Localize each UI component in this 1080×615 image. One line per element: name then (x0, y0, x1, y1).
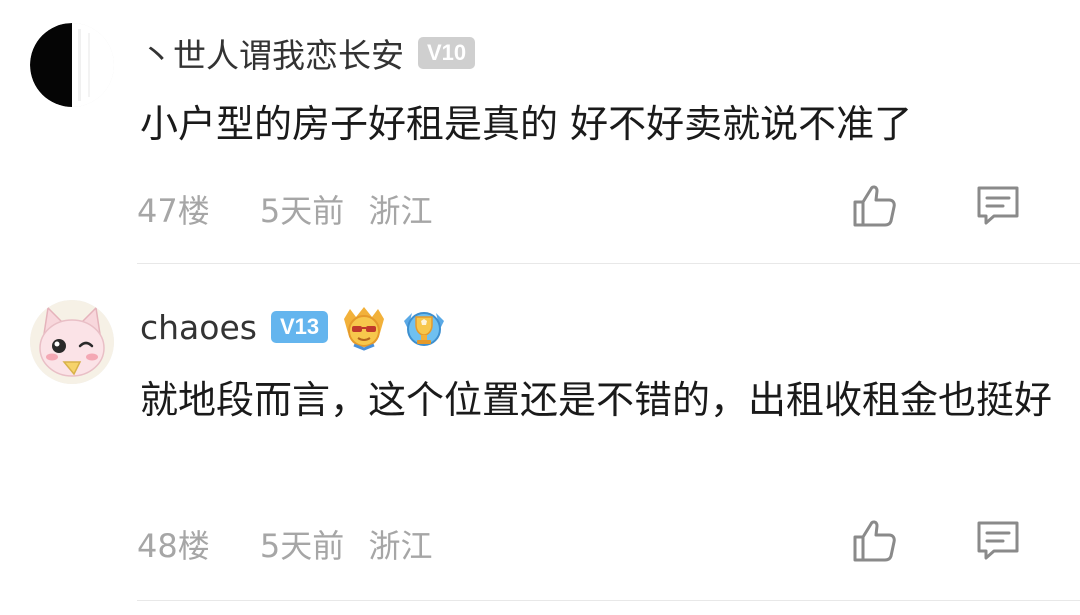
level-badge: V13 (270, 311, 329, 343)
comment-item: 丶世人谓我恋长安 V10 小户型的房子好租是真的 好不好卖就说不准了 47楼 5… (0, 0, 1080, 265)
comment-header: 丶世人谓我恋长安 V10 (140, 29, 476, 77)
timestamp: 5天前 (259, 527, 345, 565)
comment-item: chaoes V13 就地段而言，这个位置还是不错的，出租收租金也挺好 48楼 … (0, 265, 1080, 615)
comment-header: chaoes V13 (140, 304, 448, 351)
thumbs-up-icon (853, 185, 896, 227)
comment-icon (977, 521, 1019, 560)
divider (137, 263, 1080, 264)
reply-button[interactable] (974, 518, 1022, 564)
pink-cat-avatar-icon (30, 300, 114, 384)
like-button[interactable] (851, 518, 899, 564)
comment-meta: 48楼 5天前 浙江 (137, 521, 432, 567)
avatar[interactable] (30, 300, 114, 384)
like-button[interactable] (851, 183, 899, 229)
username[interactable]: chaoes (140, 308, 257, 347)
floor-number: 47楼 (137, 192, 210, 230)
sunglasses-medal-icon (344, 307, 385, 351)
comment-text: 就地段而言，这个位置还是不错的，出租收租金也挺好 (140, 378, 1053, 422)
divider (137, 600, 1080, 601)
trophy-medal-icon (404, 312, 445, 346)
comment-icon (977, 186, 1019, 225)
location: 浙江 (368, 192, 433, 230)
avatar[interactable] (30, 23, 114, 107)
location: 浙江 (368, 527, 433, 565)
floor-number: 48楼 (137, 527, 210, 565)
level-badge: V10 (418, 37, 476, 69)
timestamp: 5天前 (259, 192, 345, 230)
username[interactable]: 丶世人谓我恋长安 (140, 29, 404, 77)
comment-text: 小户型的房子好租是真的 好不好卖就说不准了 (140, 102, 913, 146)
half-black-circle-avatar-icon (30, 23, 114, 107)
reply-button[interactable] (974, 183, 1022, 229)
thumbs-up-icon (853, 520, 896, 562)
comment-meta: 47楼 5天前 浙江 (137, 186, 432, 232)
